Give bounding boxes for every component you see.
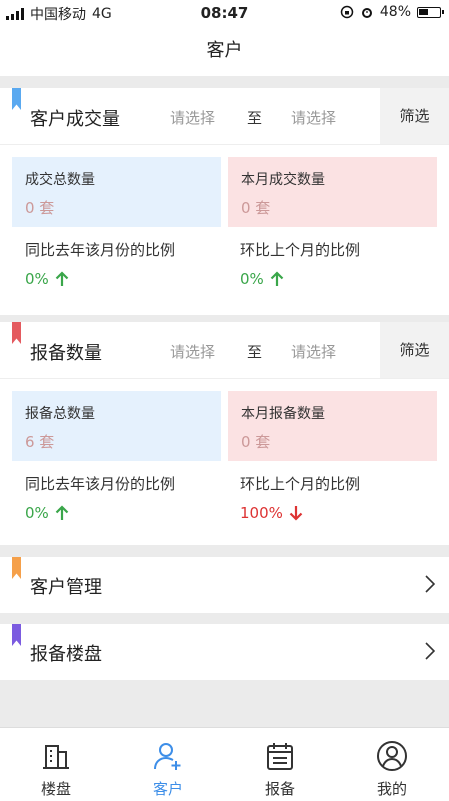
deal-mom-percent: 0% xyxy=(240,270,264,288)
deal-month-value: 0 套 xyxy=(241,199,271,217)
bookmark-icon xyxy=(12,322,21,344)
rotation-lock-icon xyxy=(340,5,354,19)
alarm-icon xyxy=(361,8,372,18)
tab-customers[interactable]: 客户 xyxy=(112,728,224,801)
page-title: 客户 xyxy=(206,40,243,61)
deal-total-value: 0 套 xyxy=(25,199,55,217)
menu-report-properties[interactable]: 报备楼盘 xyxy=(0,624,449,680)
deal-end-date-picker[interactable]: 请选择 xyxy=(291,107,336,128)
arrow-up-icon xyxy=(55,505,69,520)
report-yoy-value: 0% xyxy=(25,504,69,522)
bookmark-icon xyxy=(12,557,21,579)
tab-reports[interactable]: 报备 xyxy=(224,728,336,801)
arrow-up-icon xyxy=(55,271,69,286)
tab-reports-label: 报备 xyxy=(264,780,295,798)
deal-section: 客户成交量 请选择 至 请选择 筛选 成交总数量 0 套 本月成交数量 0 套 … xyxy=(0,88,449,315)
battery-percent: 48% xyxy=(379,4,411,20)
report-mom-value: 100% xyxy=(240,504,303,522)
deal-yoy-percent: 0% xyxy=(25,270,49,288)
bookmark-icon xyxy=(12,88,21,110)
tab-bar: 楼盘 客户 报备 我的 xyxy=(0,727,449,801)
report-month-label: 本月报备数量 xyxy=(241,406,325,422)
deal-mom-label: 环比上个月的比例 xyxy=(240,241,361,259)
tab-properties-label: 楼盘 xyxy=(40,780,71,798)
menu-report-properties-label: 报备楼盘 xyxy=(30,644,102,665)
deal-section-header: 客户成交量 请选择 至 请选择 筛选 xyxy=(0,88,449,145)
menu-customer-management-label: 客户管理 xyxy=(30,577,102,598)
chevron-right-icon xyxy=(425,642,435,660)
battery-icon xyxy=(417,6,444,18)
tab-customers-label: 客户 xyxy=(152,780,183,798)
deal-start-date-picker[interactable]: 请选择 xyxy=(170,107,215,128)
tab-mine[interactable]: 我的 xyxy=(336,728,448,801)
report-start-date-picker[interactable]: 请选择 xyxy=(170,341,215,362)
deal-month-card: 本月成交数量 0 套 xyxy=(228,157,437,227)
bookmark-icon xyxy=(12,624,21,646)
report-month-card: 本月报备数量 0 套 xyxy=(228,391,437,461)
deal-month-label: 本月成交数量 xyxy=(241,172,325,188)
deal-mom-value: 0% xyxy=(240,270,284,288)
deal-section-title: 客户成交量 xyxy=(30,109,120,130)
deal-yoy-label: 同比去年该月份的比例 xyxy=(25,241,176,259)
report-month-value: 0 套 xyxy=(241,433,271,451)
report-end-date-picker[interactable]: 请选择 xyxy=(291,341,336,362)
tab-properties[interactable]: 楼盘 xyxy=(0,728,112,801)
report-yoy-percent: 0% xyxy=(25,504,49,522)
report-section-header: 报备数量 请选择 至 请选择 筛选 xyxy=(0,322,449,379)
person-add-icon xyxy=(154,743,181,770)
arrow-down-icon xyxy=(289,506,303,521)
deal-total-label: 成交总数量 xyxy=(25,172,95,188)
tab-mine-label: 我的 xyxy=(376,780,407,798)
arrow-up-icon xyxy=(270,271,284,286)
report-filter-button[interactable]: 筛选 xyxy=(380,322,449,378)
status-bar: 中国移动 4G 08:47 48% xyxy=(0,0,449,26)
report-mom-percent: 100% xyxy=(240,504,283,522)
report-total-value: 6 套 xyxy=(25,433,55,451)
calendar-icon xyxy=(267,743,293,770)
deal-filter-button[interactable]: 筛选 xyxy=(380,88,449,144)
report-section: 报备数量 请选择 至 请选择 筛选 报备总数量 6 套 本月报备数量 0 套 同… xyxy=(0,322,449,545)
menu-customer-management[interactable]: 客户管理 xyxy=(0,557,449,613)
report-yoy-label: 同比去年该月份的比例 xyxy=(25,475,176,493)
report-mom-label: 环比上个月的比例 xyxy=(240,475,361,493)
report-section-title: 报备数量 xyxy=(30,343,102,364)
deal-yoy-value: 0% xyxy=(25,270,69,288)
report-range-separator: 至 xyxy=(247,343,263,361)
chevron-right-icon xyxy=(425,575,435,593)
building-icon xyxy=(43,745,69,769)
deal-range-separator: 至 xyxy=(247,109,263,127)
user-circle-icon xyxy=(377,741,407,771)
nav-bar: 客户 xyxy=(0,26,449,76)
deal-total-card: 成交总数量 0 套 xyxy=(12,157,221,227)
report-total-card: 报备总数量 6 套 xyxy=(12,391,221,461)
report-total-label: 报备总数量 xyxy=(25,406,95,422)
